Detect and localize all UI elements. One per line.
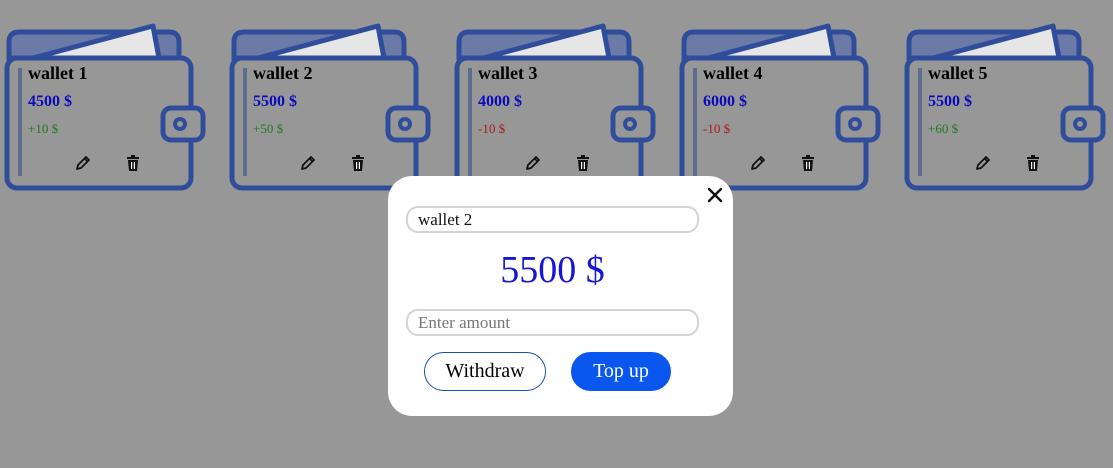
trash-icon[interactable] — [349, 154, 367, 172]
wallet-card[interactable]: wallet 5 5500 $ +60 $ — [903, 22, 1108, 194]
trash-icon[interactable] — [124, 154, 142, 172]
trash-icon[interactable] — [799, 154, 817, 172]
wallet-list: wallet 1 4500 $ +10 $ wallet 2 5500 $ +5… — [0, 0, 1113, 200]
close-icon[interactable] — [704, 184, 726, 206]
pencil-icon[interactable] — [299, 154, 317, 172]
wallet-change: -10 $ — [478, 121, 506, 136]
wallet-amount: 4500 $ — [28, 93, 72, 110]
wallet-change: -10 $ — [703, 121, 731, 136]
wallet-name: wallet 1 — [28, 63, 88, 83]
wallet-change: +60 $ — [928, 121, 959, 136]
trash-icon[interactable] — [1024, 154, 1042, 172]
wallet-amount: 5500 $ — [928, 93, 972, 110]
wallet-balance: 5500 $ — [500, 249, 605, 291]
wallet-amount: 4000 $ — [478, 93, 522, 110]
wallet-name: wallet 4 — [703, 63, 763, 83]
wallet-card[interactable]: wallet 2 5500 $ +50 $ — [228, 22, 433, 194]
trash-icon[interactable] — [574, 154, 592, 172]
wallet-card[interactable]: wallet 4 6000 $ -10 $ — [678, 22, 883, 194]
wallet-card[interactable]: wallet 1 4500 $ +10 $ — [3, 22, 208, 194]
wallet-amount: 6000 $ — [703, 93, 747, 110]
wallet-modal: 5500 $ Withdraw Top up — [388, 176, 733, 416]
withdraw-button[interactable]: Withdraw — [424, 352, 546, 391]
wallet-name: wallet 5 — [928, 63, 988, 83]
pencil-icon[interactable] — [74, 154, 92, 172]
pencil-icon[interactable] — [974, 154, 992, 172]
pencil-icon[interactable] — [749, 154, 767, 172]
wallet-name-input[interactable] — [406, 206, 699, 233]
wallet-change: +10 $ — [28, 121, 59, 136]
wallet-amount: 5500 $ — [253, 93, 297, 110]
pencil-icon[interactable] — [524, 154, 542, 172]
wallet-name: wallet 3 — [478, 63, 538, 83]
wallet-change: +50 $ — [253, 121, 284, 136]
top-up-button[interactable]: Top up — [571, 352, 671, 391]
wallet-card[interactable]: wallet 3 4000 $ -10 $ — [453, 22, 658, 194]
wallet-name: wallet 2 — [253, 63, 313, 83]
amount-input[interactable] — [406, 309, 699, 336]
